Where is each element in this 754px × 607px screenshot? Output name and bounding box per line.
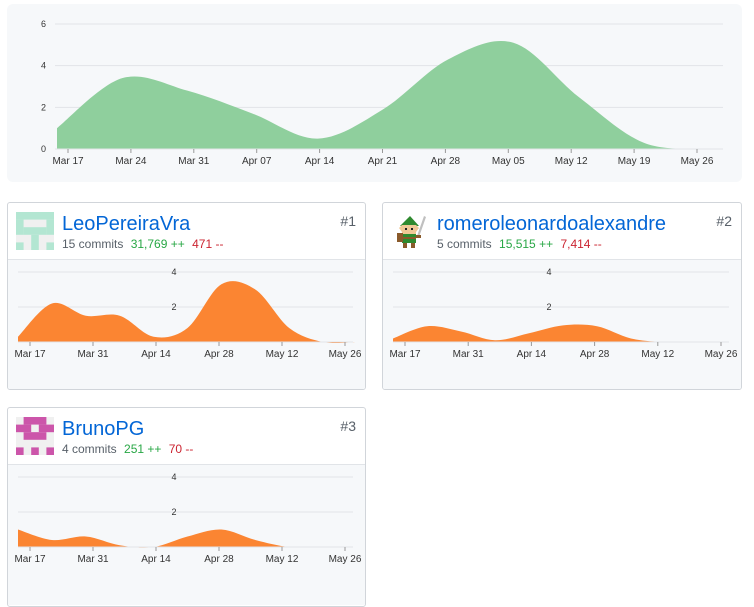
contributor-rank: #3 xyxy=(340,418,356,434)
x-tick-label: Mar 31 xyxy=(453,349,485,360)
commits-overview-chart: 0 2 4 6 Mar 17 Mar 24 Mar 31 Apr 07 Apr 14 Apr 21… xyxy=(7,4,742,182)
y-tick-label: 2 xyxy=(171,302,176,312)
link-sprite-avatar[interactable] xyxy=(391,212,429,250)
commit-count[interactable]: 5 commits xyxy=(437,237,492,251)
x-tick-label: Mar 17 xyxy=(14,554,46,565)
area-series xyxy=(18,529,357,548)
x-tick-label: Mar 31 xyxy=(77,554,109,565)
additions-count: 31,769 ++ xyxy=(130,237,185,251)
y-tick-label: 4 xyxy=(546,267,551,277)
x-tick-label: May 26 xyxy=(705,349,738,360)
contributor-card: BrunoPG 4 commits 251 ++ 70 -- #3 2 4 Mar … xyxy=(7,407,366,607)
x-tick-label: May 12 xyxy=(641,349,674,360)
contributor-header: BrunoPG 4 commits 251 ++ 70 -- #3 xyxy=(8,408,365,465)
contributor-name-link[interactable]: BrunoPG xyxy=(62,418,144,441)
y-tick-label: 2 xyxy=(546,302,551,312)
x-tick-label: Mar 17 xyxy=(389,349,421,360)
commit-count[interactable]: 4 commits xyxy=(62,442,117,456)
area-series xyxy=(393,324,733,343)
contributor-name-link[interactable]: romeroleonardoalexandre xyxy=(437,213,666,236)
x-tick-label: Apr 14 xyxy=(305,156,335,167)
x-tick-label: Apr 28 xyxy=(431,156,461,167)
x-tick-label: Apr 28 xyxy=(204,349,234,360)
y-tick-label: 6 xyxy=(41,19,46,29)
contributor-header: LeoPereiraVra 15 commits 31,769 ++ 471 -… xyxy=(8,203,365,260)
x-tick-label: Apr 21 xyxy=(368,156,398,167)
x-tick-label: Mar 31 xyxy=(178,156,210,167)
overview-chart-svg: 0 2 4 6 Mar 17 Mar 24 Mar 31 Apr 07 Apr 14 Apr 21… xyxy=(41,19,723,167)
x-tick-label: Mar 17 xyxy=(14,349,46,360)
y-tick-label: 4 xyxy=(171,472,176,482)
area-series xyxy=(57,41,709,149)
additions-count: 15,515 ++ xyxy=(499,237,554,251)
x-tick-label: Apr 14 xyxy=(517,349,547,360)
x-tick-label: Apr 07 xyxy=(242,156,272,167)
x-tick-label: Apr 28 xyxy=(204,554,234,565)
x-tick-label: Mar 17 xyxy=(52,156,84,167)
x-tick-label: May 26 xyxy=(681,156,714,167)
contributor-rank: #1 xyxy=(340,213,356,229)
y-tick-label: 4 xyxy=(171,267,176,277)
additions-count: 251 ++ xyxy=(124,442,162,456)
x-tick-label: May 26 xyxy=(329,554,362,565)
x-tick-label: Apr 14 xyxy=(141,554,171,565)
contributor-card: LeoPereiraVra 15 commits 31,769 ++ 471 -… xyxy=(7,202,366,390)
contributor-chart-svg: 2 4 Mar 17 Mar 31 Apr 14 Apr 28 May 12 May 26 xyxy=(8,260,365,389)
avatar[interactable] xyxy=(16,417,54,455)
contributor-name-link[interactable]: LeoPereiraVra xyxy=(62,213,190,236)
contributor-header: romeroleonardoalexandre 5 commits 15,515… xyxy=(383,203,741,260)
x-tick-label: May 19 xyxy=(618,156,651,167)
x-tick-label: May 12 xyxy=(266,349,299,360)
area-series xyxy=(18,281,357,344)
avatar[interactable] xyxy=(16,212,54,250)
contributor-stats: 15 commits 31,769 ++ 471 -- xyxy=(62,237,223,251)
contributor-rank: #2 xyxy=(716,213,732,229)
contributor-chart-svg: 2 4 Mar 17 Mar 31 Apr 14 Apr 28 May 12 May 26 xyxy=(8,465,365,605)
x-tick-label: Mar 31 xyxy=(77,349,109,360)
contributor-chart-svg: 2 4 Mar 17 Mar 31 Apr 14 Apr 28 May 12 May 26 xyxy=(383,260,741,389)
contributor-stats: 4 commits 251 ++ 70 -- xyxy=(62,442,193,456)
commit-count[interactable]: 15 commits xyxy=(62,237,123,251)
x-tick-label: Mar 24 xyxy=(115,156,147,167)
x-tick-label: Apr 14 xyxy=(141,349,171,360)
deletions-count: 7,414 -- xyxy=(560,237,602,251)
x-tick-label: May 26 xyxy=(329,349,362,360)
x-tick-label: May 12 xyxy=(266,554,299,565)
x-tick-label: May 12 xyxy=(555,156,588,167)
deletions-count: 70 -- xyxy=(168,442,194,456)
deletions-count: 471 -- xyxy=(192,237,224,251)
x-tick-label: May 05 xyxy=(492,156,525,167)
y-tick-label: 0 xyxy=(41,144,46,154)
y-tick-label: 2 xyxy=(41,102,46,112)
contributor-stats: 5 commits 15,515 ++ 7,414 -- xyxy=(437,237,602,251)
x-tick-label: Apr 28 xyxy=(580,349,610,360)
y-tick-label: 2 xyxy=(171,507,176,517)
y-tick-label: 4 xyxy=(41,61,46,71)
contributor-card: romeroleonardoalexandre 5 commits 15,515… xyxy=(382,202,742,390)
